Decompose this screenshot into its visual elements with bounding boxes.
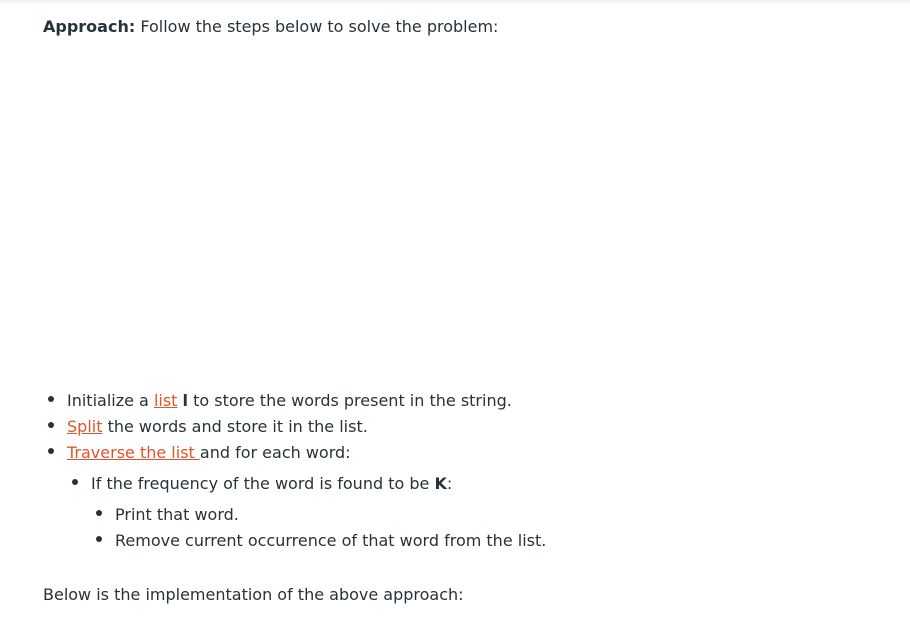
action-text: Remove current occurrence of that word f… xyxy=(115,531,547,550)
list-item: Traverse the list and for each word: xyxy=(43,440,512,466)
condition-colon: : xyxy=(446,474,453,493)
implementation-intro: Below is the implementation of the above… xyxy=(43,585,464,604)
nested-list: If the frequency of the word is found to… xyxy=(67,471,452,497)
nested-action-list: Print that word. Remove current occurren… xyxy=(91,502,546,554)
approach-text: Follow the steps below to solve the prob… xyxy=(135,17,499,36)
list-item: Initialize a list l to store the words p… xyxy=(43,388,512,414)
list-item: Remove current occurrence of that word f… xyxy=(91,528,546,554)
approach-paragraph: Approach: Follow the steps below to solv… xyxy=(43,16,498,38)
k-variable: K xyxy=(434,474,447,493)
traverse-list-link[interactable]: Traverse the list xyxy=(67,443,200,462)
step-text: to store the words present in the string… xyxy=(188,391,512,410)
steps-list: Initialize a list l to store the words p… xyxy=(43,388,512,466)
condition-text: If the frequency of the word is found to… xyxy=(91,474,435,493)
top-divider xyxy=(0,0,910,4)
step-text: and for each word: xyxy=(199,443,351,462)
embedded-media-area xyxy=(43,50,863,370)
list-item: Split the words and store it in the list… xyxy=(43,414,512,440)
list-item: Print that word. xyxy=(91,502,546,528)
approach-label: Approach: xyxy=(43,17,136,36)
action-text: Print that word. xyxy=(115,505,239,524)
step-text: the words and store it in the list. xyxy=(102,417,368,436)
split-link[interactable]: Split xyxy=(67,417,102,436)
list-item: If the frequency of the word is found to… xyxy=(67,471,452,497)
step-text: Initialize a xyxy=(67,391,154,410)
list-link[interactable]: list xyxy=(154,391,178,410)
